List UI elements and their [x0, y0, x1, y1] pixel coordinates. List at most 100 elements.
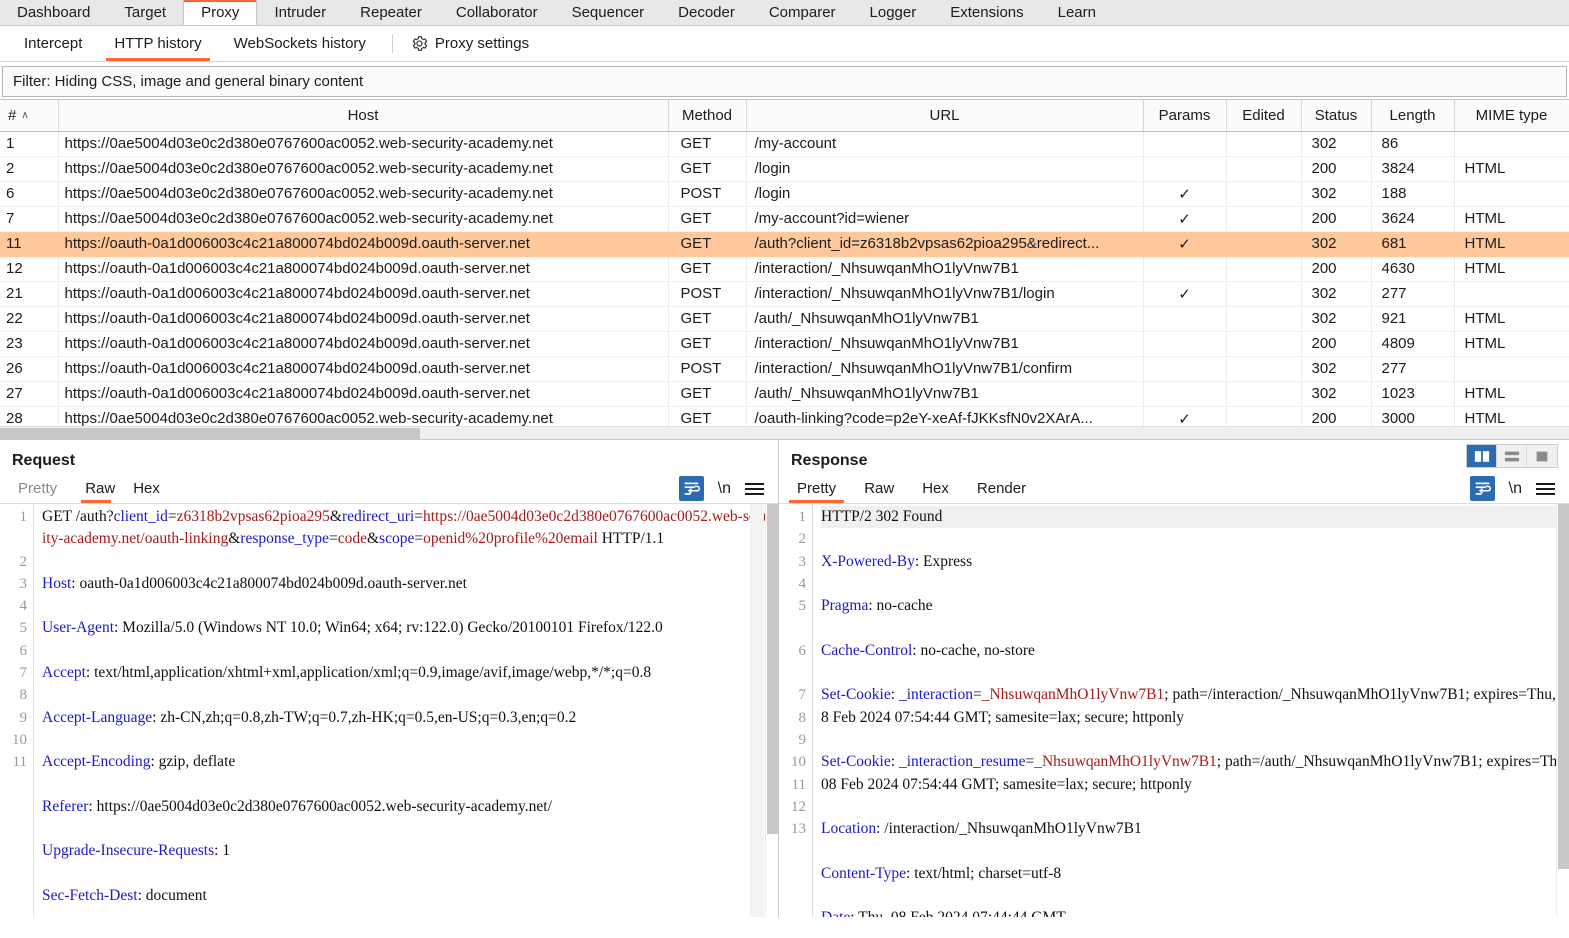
- request-tab-hex[interactable]: Hex: [119, 474, 174, 503]
- column-header-status[interactable]: Status: [1301, 100, 1372, 132]
- hamburger-menu-icon[interactable]: [745, 480, 764, 498]
- table-row[interactable]: 1 https://0ae5004d03e0c2d380e0767600ac005…: [0, 131, 1569, 157]
- table-row[interactable]: 11 https://oauth-0a1d006003c4c21a800074bd…: [0, 231, 1569, 257]
- stacked-layout-button[interactable]: [1497, 445, 1527, 467]
- request-pane: Request Pretty Raw Hex \n 1. 2 3 4 5 6 7 8 9 10 11: [0, 440, 779, 917]
- cell-mime: [1454, 281, 1569, 307]
- request-code-view[interactable]: 1.234567891011 GET /auth?client_id=z6318…: [0, 504, 778, 917]
- table-row[interactable]: 21 https://oauth-0a1d006003c4c21a800074bd…: [0, 281, 1569, 307]
- main-tab-dashboard[interactable]: Dashboard: [0, 0, 107, 25]
- word-wrap-icon[interactable]: [678, 476, 704, 501]
- table-row[interactable]: 22 https://oauth-0a1d006003c4c21a800074bd…: [0, 306, 1569, 332]
- newline-toggle[interactable]: \n: [718, 480, 731, 498]
- request-vertical-scrollbar[interactable]: [765, 504, 778, 917]
- line-number: 2: [798, 531, 807, 548]
- main-tab-label: Learn: [1057, 4, 1096, 21]
- column-header-length[interactable]: Length: [1371, 100, 1455, 132]
- column-header-method[interactable]: Method: [668, 100, 747, 132]
- response-tab-render[interactable]: Render: [963, 474, 1040, 503]
- cell-edited: [1226, 331, 1302, 357]
- table-row[interactable]: 23 https://oauth-0a1d006003c4c21a800074bd…: [0, 331, 1569, 357]
- request-tab-raw[interactable]: Raw: [71, 474, 119, 503]
- main-tab-decoder[interactable]: Decoder: [661, 0, 752, 25]
- cell-mime: HTML: [1454, 231, 1569, 257]
- column-header-url[interactable]: URL: [746, 100, 1144, 132]
- proxy-tab-intercept[interactable]: Intercept: [8, 26, 98, 61]
- response-tab-pretty[interactable]: Pretty: [783, 474, 850, 503]
- main-tab-intruder[interactable]: Intruder: [257, 0, 343, 25]
- code-line: Accept-Encoding: gzip, deflate: [42, 751, 778, 773]
- request-line-numbers: 1. 2 3 4 5 6 7 8 9 10 11: [0, 504, 34, 917]
- history-horizontal-scrollbar[interactable]: [0, 426, 1569, 439]
- table-row[interactable]: 26 https://oauth-0a1d006003c4c21a800074bd…: [0, 356, 1569, 382]
- table-row[interactable]: 27 https://oauth-0a1d006003c4c21a800074bd…: [0, 381, 1569, 407]
- cell-edited: [1226, 231, 1302, 257]
- cell-params: ✓: [1143, 206, 1227, 232]
- main-tab-collaborator[interactable]: Collaborator: [439, 0, 555, 25]
- proxy-tab-websockets-history[interactable]: WebSockets history: [218, 26, 382, 61]
- table-row[interactable]: 7 https://0ae5004d03e0c2d380e0767600ac005…: [0, 206, 1569, 232]
- main-tab-proxy[interactable]: Proxy: [183, 0, 258, 25]
- response-tab-actions: \n: [1469, 474, 1569, 503]
- code-token: : Thu, 08 Feb 2024 07:44:44 GMT: [850, 909, 1065, 917]
- table-row[interactable]: 2 https://0ae5004d03e0c2d380e0767600ac005…: [0, 156, 1569, 182]
- main-tab-extensions[interactable]: Extensions: [933, 0, 1040, 25]
- line-number: 12: [791, 798, 806, 815]
- request-body-text[interactable]: GET /auth?client_id=z6318b2vpsas62pioa29…: [34, 504, 778, 917]
- column-header-label: Edited: [1242, 106, 1285, 124]
- code-token: =: [972, 686, 982, 704]
- code-token: : document: [137, 887, 207, 905]
- code-token: =: [414, 508, 423, 525]
- line-number: 13: [791, 821, 806, 838]
- scrollbar-thumb[interactable]: [0, 428, 420, 439]
- main-tab-logger[interactable]: Logger: [853, 0, 934, 25]
- cell-url: /my-account: [746, 131, 1144, 157]
- main-tab-learn[interactable]: Learn: [1041, 0, 1113, 25]
- main-tab-target[interactable]: Target: [107, 0, 183, 25]
- scrollbar-thumb[interactable]: [1558, 504, 1569, 869]
- line-number-continuation: .: [779, 840, 806, 862]
- request-tab-pretty[interactable]: Pretty: [4, 474, 71, 503]
- main-tab-repeater[interactable]: Repeater: [343, 0, 439, 25]
- main-tab-label: Repeater: [360, 4, 422, 21]
- cell-status: 200: [1301, 331, 1372, 357]
- proxy-tab-http-history[interactable]: HTTP history: [98, 26, 217, 61]
- response-view-tabs: Pretty Raw Hex Render \n: [779, 474, 1569, 504]
- scrollbar-thumb[interactable]: [767, 504, 778, 834]
- column-header-host[interactable]: Host: [58, 100, 669, 132]
- response-tab-label: Pretty: [797, 480, 837, 497]
- cell-params: [1143, 356, 1227, 382]
- main-tab-comparer[interactable]: Comparer: [752, 0, 853, 25]
- column-header-params[interactable]: Params: [1143, 100, 1227, 132]
- cell-method: GET: [668, 131, 747, 157]
- table-row[interactable]: 12 https://oauth-0a1d006003c4c21a800074bd…: [0, 256, 1569, 282]
- response-tab-raw[interactable]: Raw: [850, 474, 908, 503]
- main-tab-sequencer[interactable]: Sequencer: [555, 0, 662, 25]
- newline-toggle[interactable]: \n: [1509, 480, 1522, 498]
- side-by-side-layout-button[interactable]: [1467, 445, 1497, 467]
- response-code-view[interactable]: 12345.6.78910111213. HTTP/2 302 Found X-…: [779, 504, 1569, 917]
- word-wrap-icon[interactable]: [1469, 476, 1495, 501]
- cell-length: 681: [1371, 231, 1455, 257]
- single-pane-layout-button[interactable]: [1527, 445, 1557, 467]
- cell-url: /auth/_NhsuwqanMhO1lyVnw7B1: [746, 381, 1144, 407]
- response-vertical-scrollbar[interactable]: [1556, 504, 1569, 917]
- cell-length: 3624: [1371, 206, 1455, 232]
- column-header-[interactable]: # ∧: [0, 100, 59, 132]
- hamburger-menu-icon[interactable]: [1536, 480, 1555, 498]
- proxy-settings-button[interactable]: Proxy settings: [403, 26, 545, 61]
- cell-method: GET: [668, 231, 747, 257]
- response-tab-hex[interactable]: Hex: [908, 474, 963, 503]
- column-header-mime-type[interactable]: MIME type: [1454, 100, 1569, 132]
- column-header-edited[interactable]: Edited: [1226, 100, 1302, 132]
- filter-bar[interactable]: Filter: Hiding CSS, image and general bi…: [2, 66, 1567, 97]
- code-token: : https://0ae5004d03e0c2d380e0767600ac00…: [88, 797, 552, 815]
- response-body-text[interactable]: HTTP/2 302 Found X-Powered-By: Express P…: [813, 504, 1569, 917]
- table-row[interactable]: 6 https://0ae5004d03e0c2d380e0767600ac005…: [0, 181, 1569, 207]
- code-line: Sec-Fetch-Dest: document: [42, 885, 778, 907]
- cell-host: https://0ae5004d03e0c2d380e0767600ac0052…: [58, 156, 669, 182]
- cell-status: 200: [1301, 256, 1372, 282]
- request-inner-scroll-track[interactable]: [750, 504, 764, 917]
- line-number-continuation: .: [779, 662, 806, 684]
- http-history-table-container: # ∧ Host Method URL Params Edited Status Length M…: [0, 99, 1569, 439]
